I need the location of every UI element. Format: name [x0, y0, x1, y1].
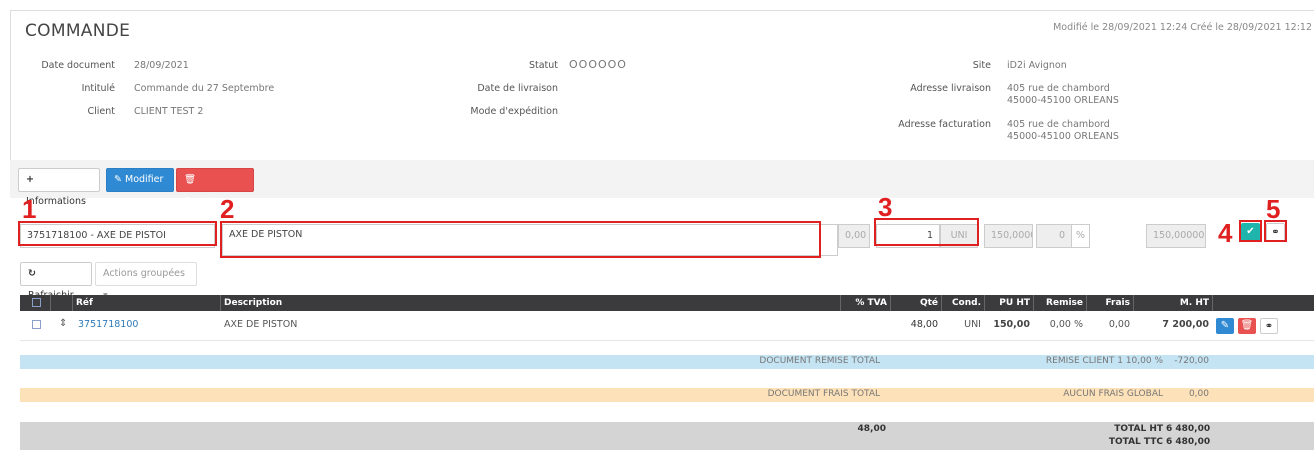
plus-icon: +: [26, 174, 34, 185]
annotation-box-description: [220, 221, 821, 258]
adresse-facturation-line2: 45000-45100 ORLEANS: [1007, 131, 1119, 142]
annotation-box-quantity: [874, 218, 979, 246]
row-pu-ht: 150,00: [993, 319, 1030, 330]
remise-value: -720,00: [1174, 356, 1209, 366]
order-header: COMMANDE Modifié le 28/09/2021 12:24 Cré…: [10, 10, 1314, 160]
site-value: iD2i Avignon: [1007, 60, 1067, 71]
table-row: ⇕ 3751718100 AXE DE PISTON 48,00 UNI 150…: [20, 311, 1314, 341]
table-header: Réf Description % TVA Qté Cond. PU HT Re…: [20, 295, 1314, 311]
intitule-value: Commande du 27 Septembre: [134, 83, 275, 94]
header-ref[interactable]: Réf: [76, 295, 93, 311]
row-frais: 0,00: [1108, 319, 1130, 330]
statut-value: OOOOOO: [569, 58, 627, 71]
annotation-number-2: 2: [220, 194, 235, 224]
row-cond: UNI: [964, 319, 981, 330]
link-icon: ⚭: [1264, 321, 1274, 332]
page-title: COMMANDE: [25, 21, 131, 41]
annotation-number-5: 5: [1266, 194, 1281, 224]
adresse-facturation-line1: 405 rue de chambord: [1007, 119, 1110, 130]
adresse-facturation-label: Adresse facturation: [898, 119, 991, 130]
totals-band: 48,00 TOTAL HT 6 480,00 TOTAL TTC 6 480,…: [20, 422, 1314, 450]
intitule-label: Intitulé: [81, 83, 115, 94]
informations-button[interactable]: + Informations: [18, 168, 100, 207]
header-remise[interactable]: Remise: [1035, 295, 1083, 311]
frais-label: DOCUMENT FRAIS TOTAL: [767, 389, 880, 399]
row-remise: 0,00 %: [1049, 319, 1083, 330]
annotation-number-1: 1: [22, 194, 37, 224]
edit-icon: ✎: [114, 174, 122, 185]
supprimer-button[interactable]: 🗑 Supprimer: [176, 168, 254, 207]
date-document-label: Date document: [41, 60, 115, 71]
frais-band: DOCUMENT FRAIS TOTAL AUCUN FRAIS GLOBAL …: [20, 388, 1314, 402]
row-edit-button[interactable]: ✎: [1216, 318, 1234, 334]
adresse-livraison-label: Adresse livraison: [910, 83, 991, 94]
row-ref-link[interactable]: 3751718100: [78, 319, 138, 330]
tva-input: 0,00: [838, 224, 870, 248]
grouped-actions-dropdown[interactable]: Actions groupées ▾: [95, 262, 197, 301]
discount-input: 0: [1036, 224, 1072, 248]
date-livraison-label: Date de livraison: [477, 83, 558, 94]
date-document-value: 28/09/2021: [134, 60, 189, 71]
grouped-actions-label: Actions groupées: [103, 268, 185, 279]
client-value: CLIENT TEST 2: [134, 106, 204, 117]
unit-price-input: 150,0000: [984, 224, 1033, 248]
total-ttc-value: 6 480,00: [1166, 437, 1211, 447]
site-label: Site: [972, 60, 991, 71]
row-qte: 48,00: [910, 319, 938, 330]
annotation-box-validate: [1239, 220, 1262, 242]
select-all-checkbox[interactable]: [32, 298, 41, 307]
modifier-button[interactable]: ✎ Modifier: [106, 168, 174, 192]
checkbox-icon[interactable]: [32, 320, 41, 329]
trash-icon: 🗑: [184, 174, 197, 185]
sort-icon[interactable]: ⇕: [59, 318, 67, 329]
total-ttc-label: TOTAL TTC: [1108, 437, 1163, 447]
refresh-icon: ↻: [28, 268, 36, 279]
frais-value: 0,00: [1188, 389, 1209, 399]
annotation-number-4: 4: [1218, 218, 1233, 248]
header-frais[interactable]: Frais: [1088, 295, 1130, 311]
total-input: 150,00000: [1146, 224, 1206, 248]
mode-expedition-label: Mode d'expédition: [470, 106, 558, 117]
total-ht-label: TOTAL HT: [1114, 424, 1163, 434]
header-qte[interactable]: Qté: [892, 295, 938, 311]
edit-icon: ✎: [1220, 320, 1230, 331]
row-m-ht: 7 200,00: [1162, 319, 1209, 330]
modifier-label: Modifier: [125, 174, 164, 185]
remise-client-label: REMISE CLIENT 1 10,00 %: [1045, 356, 1163, 366]
header-m-ht[interactable]: M. HT: [1135, 295, 1209, 311]
row-description: AXE DE PISTON: [224, 319, 298, 330]
total-quantity: 48,00: [857, 424, 886, 434]
action-bar: + Informations ✎ Modifier 🗑 Supprimer: [10, 160, 1314, 207]
annotation-box-reference: [18, 221, 217, 246]
adresse-livraison-line2: 45000-45100 ORLEANS: [1007, 95, 1119, 106]
client-label: Client: [87, 106, 115, 117]
header-pu-ht[interactable]: PU HT: [986, 295, 1030, 311]
adresse-livraison-line1: 405 rue de chambord: [1007, 83, 1110, 94]
statut-label: Statut: [528, 60, 558, 71]
total-ht-value: 6 480,00: [1166, 424, 1211, 434]
row-delete-button[interactable]: 🗑: [1238, 318, 1256, 334]
header-description[interactable]: Description: [224, 295, 282, 311]
percent-addon: %: [1072, 224, 1090, 248]
frais-global-label: AUCUN FRAIS GLOBAL: [1063, 389, 1163, 399]
header-tva[interactable]: % TVA: [842, 295, 887, 311]
remise-band: DOCUMENT REMISE TOTAL REMISE CLIENT 1 10…: [20, 355, 1314, 369]
row-link-button[interactable]: ⚭: [1260, 318, 1278, 334]
header-cond[interactable]: Cond.: [943, 295, 981, 311]
remise-label: DOCUMENT REMISE TOTAL: [759, 356, 880, 366]
annotation-number-3: 3: [878, 192, 893, 222]
refresh-button[interactable]: ↻ Rafraichir: [20, 262, 92, 301]
trash-icon: 🗑: [1240, 320, 1254, 331]
modified-info: Modifié le 28/09/2021 12:24 Créé le 28/0…: [1053, 22, 1312, 33]
